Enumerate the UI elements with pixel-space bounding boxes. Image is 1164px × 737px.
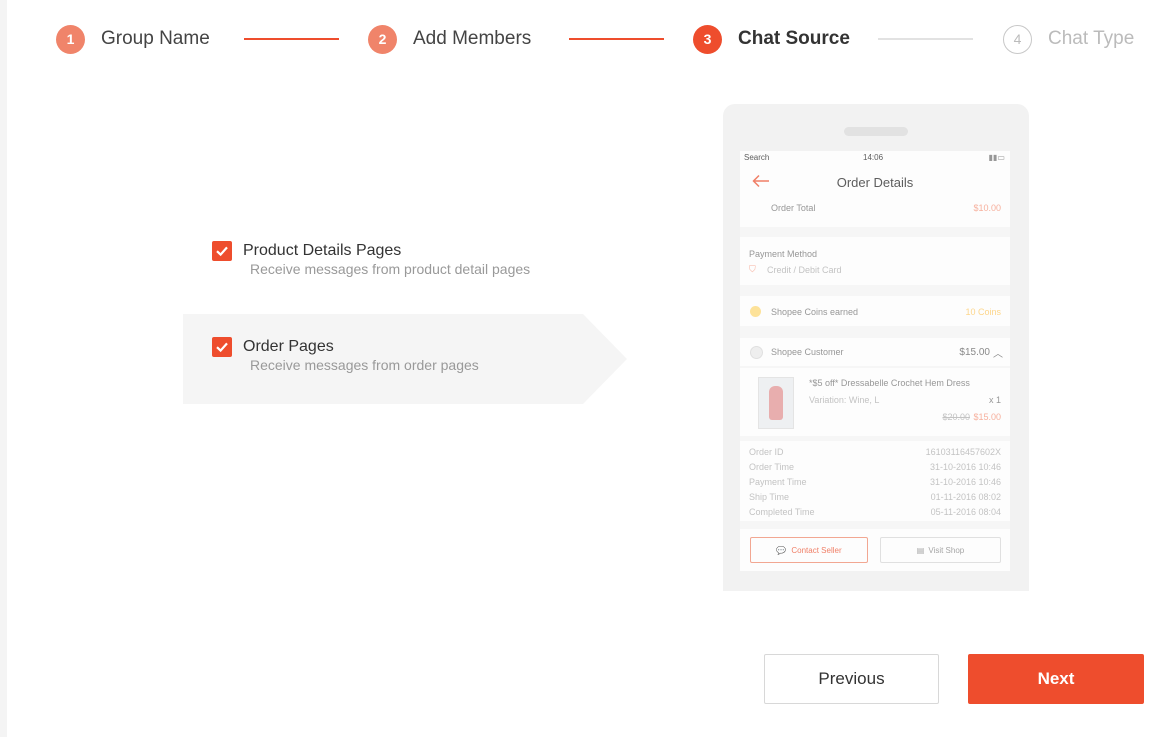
- option-description: Receive messages from product detail pag…: [250, 261, 531, 277]
- coins-value: 10 Coins: [965, 307, 1001, 317]
- detail-value: 01-11-2016 08:02: [930, 492, 1001, 502]
- detail-label: Order ID: [749, 447, 784, 457]
- check-icon: [216, 246, 228, 257]
- product-card: *$5 off* Dressabelle Crochet Hem Dress V…: [740, 368, 1010, 436]
- preview-nav-bar: Order Details: [740, 165, 1010, 199]
- check-icon: [216, 342, 228, 353]
- phone-speaker: [844, 127, 908, 136]
- step-number: 3: [693, 24, 722, 54]
- step-group-name[interactable]: 1 Group Name: [56, 24, 210, 54]
- option-description: Receive messages from order pages: [250, 357, 479, 373]
- order-pages-checkbox[interactable]: [212, 337, 232, 357]
- payment-card: Payment Method ⛉ Credit / Debit Card: [740, 237, 1010, 285]
- step-label: Chat Source: [738, 28, 850, 49]
- shop-name: Shopee Customer: [771, 347, 844, 357]
- detail-value: 05-11-2016 08:04: [930, 507, 1001, 517]
- contact-seller-button: 💬 Contact Seller: [750, 537, 868, 563]
- order-details-card: Order ID 16103116457602X Order Time 31-1…: [740, 441, 1010, 521]
- status-bar: Search 14:06 ▮▮▭: [740, 151, 1010, 165]
- step-number: 4: [1003, 24, 1032, 54]
- step-chat-source[interactable]: 3 Chat Source: [693, 24, 850, 54]
- payment-method-value: Credit / Debit Card: [767, 265, 842, 275]
- step-number: 2: [368, 24, 397, 54]
- step-label: Chat Type: [1048, 28, 1135, 49]
- product-price: $15.00: [973, 412, 1001, 422]
- product-variation: Variation: Wine, L: [809, 395, 880, 405]
- shop-header: Shopee Customer $15.00 ︿: [740, 338, 1010, 366]
- product-thumbnail: [758, 377, 794, 429]
- option-title: Order Pages: [243, 338, 334, 355]
- previous-button[interactable]: Previous: [764, 654, 939, 704]
- product-details-checkbox[interactable]: [212, 241, 232, 261]
- detail-label: Payment Time: [749, 477, 807, 487]
- shield-icon: ⛉: [749, 264, 756, 274]
- detail-value: 31-10-2016 10:46: [929, 477, 1001, 487]
- preview-actions: 💬 Contact Seller ▤ Visit Shop: [740, 529, 1010, 571]
- battery-icon: ▮▮▭: [988, 153, 1005, 162]
- order-total-value: $10.00: [973, 203, 1001, 213]
- chat-icon: 💬: [776, 545, 787, 555]
- product-name: *$5 off* Dressabelle Crochet Hem Dress: [809, 378, 970, 388]
- phone-preview: Search 14:06 ▮▮▭ Order Details Order Tot…: [723, 104, 1029, 591]
- step-label: Add Members: [413, 28, 532, 49]
- dress-image: [769, 386, 783, 420]
- order-total-label: Order Total: [771, 203, 816, 213]
- step-chat-type: 4 Chat Type: [1003, 24, 1134, 54]
- step-number: 1: [56, 24, 85, 54]
- shop-icon: ▤: [916, 545, 925, 555]
- step-add-members[interactable]: 2 Add Members: [368, 24, 531, 54]
- product-quantity: x 1: [988, 395, 1001, 405]
- coin-icon: [750, 306, 761, 317]
- next-button[interactable]: Next: [968, 654, 1144, 704]
- coins-card: Shopee Coins earned 10 Coins: [740, 296, 1010, 326]
- order-total-card: Order Total $10.00: [740, 199, 1010, 227]
- chevron-up-icon: ︿: [993, 349, 1003, 360]
- status-carrier: Search: [744, 153, 770, 162]
- option-title: Product Details Pages: [243, 242, 402, 259]
- status-time: 14:06: [863, 153, 884, 162]
- step-connector: [878, 38, 973, 40]
- visit-shop-button: ▤ Visit Shop: [880, 537, 1001, 563]
- phone-screen: Search 14:06 ▮▮▭ Order Details Order Tot…: [740, 151, 1010, 571]
- step-label: Group Name: [101, 28, 210, 49]
- payment-method-label: Payment Method: [749, 249, 818, 259]
- preview-title: Order Details: [836, 175, 914, 190]
- product-original-price: $20.00: [942, 412, 970, 422]
- step-connector: [244, 38, 339, 40]
- detail-value: 31-10-2016 10:46: [929, 462, 1001, 472]
- visit-shop-label: Visit Shop: [928, 545, 965, 555]
- shop-total: $15.00: [959, 347, 990, 358]
- detail-label: Ship Time: [749, 492, 790, 502]
- coins-label: Shopee Coins earned: [771, 307, 859, 317]
- detail-value: 16103116457602X: [925, 447, 1001, 457]
- shop-avatar: [750, 346, 763, 359]
- contact-seller-label: Contact Seller: [791, 545, 842, 555]
- detail-label: Completed Time: [749, 507, 815, 517]
- step-connector: [569, 38, 664, 40]
- detail-label: Order Time: [749, 462, 795, 472]
- left-edge: [0, 0, 7, 737]
